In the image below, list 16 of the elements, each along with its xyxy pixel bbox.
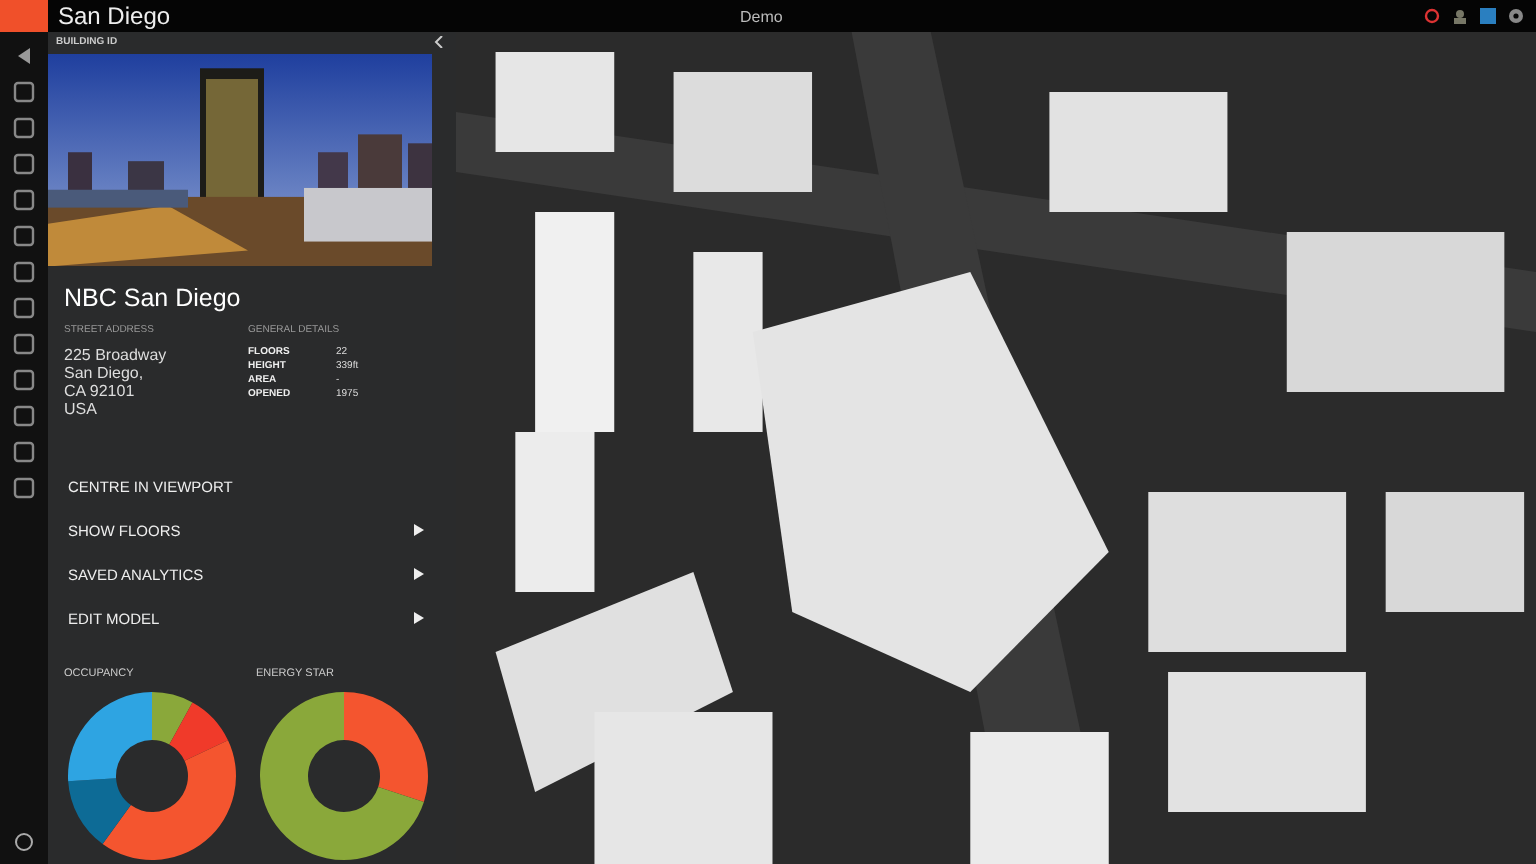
address-line: San Diego, bbox=[64, 364, 146, 382]
power-icon[interactable] bbox=[1424, 8, 1440, 24]
user-icon[interactable] bbox=[1452, 8, 1468, 24]
loading-icon bbox=[14, 832, 34, 852]
collapse-icon[interactable] bbox=[434, 36, 444, 49]
logo bbox=[0, 0, 48, 32]
view-title: Demo bbox=[740, 7, 783, 25]
play-icon bbox=[414, 612, 424, 624]
address-line: USA bbox=[64, 400, 99, 418]
address-line: CA 92101 bbox=[64, 382, 137, 400]
app-title: San Diego bbox=[58, 2, 171, 30]
address-line: 225 Broadway bbox=[64, 346, 169, 364]
building-name: NBC San Diego bbox=[64, 284, 243, 312]
settings-icon[interactable] bbox=[1508, 8, 1524, 24]
play-icon bbox=[414, 524, 424, 536]
play-icon bbox=[414, 568, 424, 580]
